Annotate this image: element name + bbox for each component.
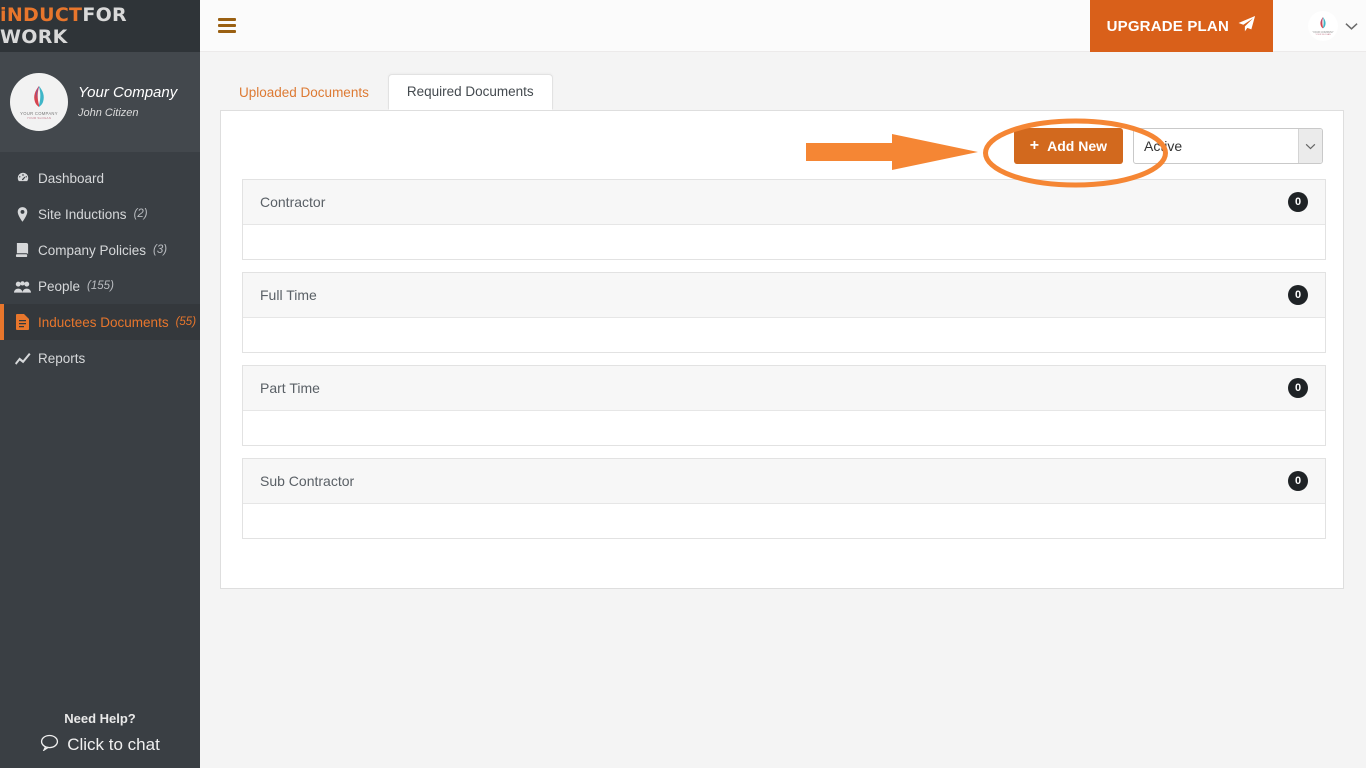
sidebar-item-count: (155) — [87, 280, 114, 292]
sidebar-item-label: Inductees Documents — [38, 314, 169, 330]
avatar-sublabel: YOUR SLOGAN — [1315, 34, 1331, 36]
click-to-chat-button[interactable]: Click to chat — [0, 734, 200, 756]
help-section: Need Help? Click to chat — [0, 711, 200, 756]
sidebar-item-label: Site Inductions — [38, 206, 127, 222]
app-logo[interactable]: iNDUCTFOR WORK — [0, 0, 200, 52]
accordion-body — [243, 504, 1325, 538]
accordion-count-badge: 0 — [1288, 192, 1308, 212]
sidebar-item-label: Company Policies — [38, 242, 147, 258]
document-icon — [14, 314, 31, 330]
sidebar-item-site-inductions[interactable]: Site Inductions (2) — [0, 196, 200, 232]
company-logo-sublabel: YOUR SLOGAN — [26, 116, 52, 120]
sidebar-item-label: People — [38, 278, 81, 294]
sidebar-item-people[interactable]: People (155) — [0, 268, 200, 304]
status-filter-select[interactable]: Active — [1133, 128, 1323, 164]
company-logo-avatar: YOUR COMPANY YOUR SLOGAN — [10, 73, 68, 131]
accordion-panel: Sub Contractor 0 — [242, 458, 1326, 539]
documents-accordion: Contractor 0 Full Time 0 Part Time 0 Sub… — [242, 179, 1326, 551]
chat-bubble-icon — [40, 734, 59, 756]
accordion-panel: Full Time 0 — [242, 272, 1326, 353]
accordion-header-full-time[interactable]: Full Time 0 — [243, 273, 1325, 318]
company-profile[interactable]: YOUR COMPANY YOUR SLOGAN Your Company Jo… — [0, 52, 200, 152]
click-to-chat-label: Click to chat — [67, 735, 160, 754]
sidebar-item-count: (2) — [133, 208, 148, 220]
hamburger-bar — [218, 18, 236, 21]
sidebar: iNDUCTFOR WORK YOUR COMPANY YOUR SLOGAN … — [0, 0, 200, 768]
sidebar-nav: Dashboard Site Inductions (2) Company Po… — [0, 160, 200, 376]
app-logo-text-primary: iNDUCT — [0, 4, 83, 26]
company-username: John Citizen — [78, 107, 139, 119]
sidebar-item-label: Dashboard — [38, 170, 105, 186]
chevron-down-icon[interactable] — [1345, 19, 1358, 34]
hamburger-icon[interactable] — [216, 17, 238, 34]
accordion-title: Full Time — [260, 287, 317, 303]
book-icon — [14, 243, 31, 257]
chart-icon — [14, 352, 31, 365]
paper-plane-icon — [1237, 15, 1256, 38]
company-mark-icon — [34, 86, 44, 107]
hamburger-bar — [218, 30, 236, 33]
accordion-title: Contractor — [260, 194, 326, 210]
help-title: Need Help? — [64, 711, 136, 726]
accordion-count-badge: 0 — [1288, 471, 1308, 491]
card-toolbar: + Add New Active — [1013, 128, 1323, 164]
sidebar-item-count: (3) — [153, 244, 168, 256]
sidebar-item-count: (55) — [175, 316, 197, 328]
map-pin-icon — [14, 206, 31, 222]
top-bar: UPGRADE PLAN YOUR COMPANY YOUR SLOGAN — [200, 0, 1366, 52]
sidebar-item-label: Reports — [38, 350, 86, 366]
company-name: Your Company — [78, 84, 178, 101]
chevron-down-icon — [1298, 129, 1322, 163]
main-content: Uploaded Documents Required Documents + … — [200, 52, 1366, 768]
company-mark-icon — [1320, 17, 1326, 29]
people-icon — [14, 280, 31, 293]
tab-bar: Uploaded Documents Required Documents — [220, 73, 553, 110]
sidebar-item-company-policies[interactable]: Company Policies (3) — [0, 232, 200, 268]
accordion-header-contractor[interactable]: Contractor 0 — [243, 180, 1325, 225]
accordion-header-part-time[interactable]: Part Time 0 — [243, 366, 1325, 411]
accordion-body — [243, 411, 1325, 445]
plus-icon: + — [1029, 137, 1040, 154]
dashboard-icon — [14, 171, 31, 185]
accordion-count-badge: 0 — [1288, 378, 1308, 398]
accordion-header-sub-contractor[interactable]: Sub Contractor 0 — [243, 459, 1325, 504]
company-info: Your Company John Citizen — [78, 85, 177, 119]
tab-uploaded-documents[interactable]: Uploaded Documents — [220, 75, 388, 110]
sidebar-item-reports[interactable]: Reports — [0, 340, 200, 376]
accordion-panel: Contractor 0 — [242, 179, 1326, 260]
add-new-label: Add New — [1047, 138, 1107, 154]
user-menu[interactable]: YOUR COMPANY YOUR SLOGAN — [1308, 0, 1358, 52]
accordion-title: Part Time — [260, 380, 320, 396]
accordion-panel: Part Time 0 — [242, 365, 1326, 446]
accordion-title: Sub Contractor — [260, 473, 355, 489]
avatar: YOUR COMPANY YOUR SLOGAN — [1308, 11, 1338, 41]
hamburger-bar — [218, 24, 236, 27]
content-card: + Add New Active Contractor 0 Full Time … — [220, 110, 1344, 589]
app-logo-text: iNDUCTFOR WORK — [0, 4, 200, 48]
accordion-body — [243, 318, 1325, 352]
accordion-count-badge: 0 — [1288, 285, 1308, 305]
sidebar-item-dashboard[interactable]: Dashboard — [0, 160, 200, 196]
upgrade-plan-button[interactable]: UPGRADE PLAN — [1089, 0, 1273, 52]
sidebar-item-inductees-documents[interactable]: Inductees Documents (55) — [0, 304, 200, 340]
tab-required-documents[interactable]: Required Documents — [387, 73, 553, 110]
add-new-button[interactable]: + Add New — [1013, 128, 1123, 164]
accordion-body — [243, 225, 1325, 259]
status-filter-value: Active — [1144, 138, 1183, 154]
upgrade-plan-label: UPGRADE PLAN — [1106, 17, 1229, 35]
